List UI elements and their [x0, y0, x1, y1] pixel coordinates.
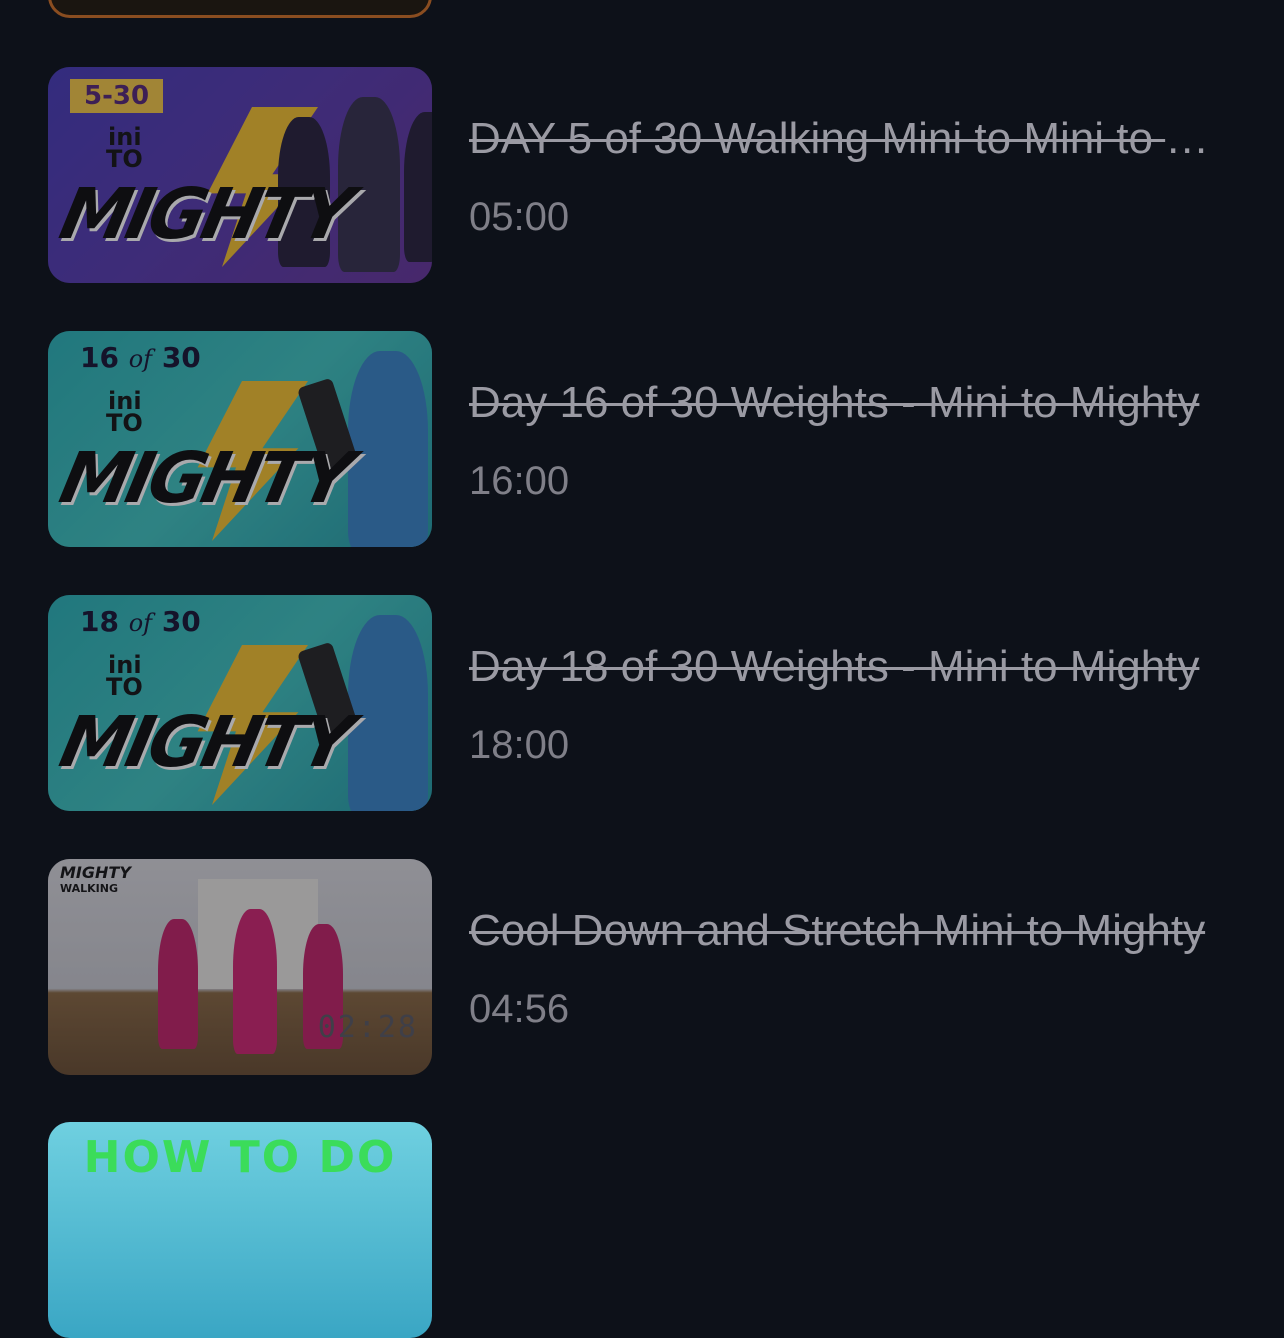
video-thumbnail-partial-bottom[interactable]: HOW TO DO	[48, 1122, 432, 1338]
episode-badge: 5-30	[70, 79, 164, 113]
person-figure	[404, 112, 432, 262]
person-figure	[338, 97, 400, 272]
video-title[interactable]: DAY 5 of 30 Walking Mini to Mini to Migh…	[469, 114, 1224, 164]
lightning-bolt-graphic	[207, 107, 318, 267]
video-thumbnail[interactable]: 5-30 ini TO MIGHTY	[48, 67, 432, 283]
mini-to-mighty-walking-logo: MIGHTY WALKING	[60, 863, 131, 896]
mini-to-mighty-logo: ini TO MIGHTY	[53, 387, 357, 519]
video-timer-overlay: 02:28	[317, 1010, 418, 1045]
thumbnail-headline: HOW TO DO	[83, 1132, 397, 1183]
video-duration: 18:00	[469, 723, 570, 767]
person-figure	[348, 351, 428, 547]
dumbbell-graphic	[296, 641, 360, 739]
person-figure	[278, 117, 330, 267]
mini-to-mighty-logo: ini TO MIGHTY	[53, 123, 357, 255]
lightning-bolt-graphic	[197, 645, 308, 805]
video-thumbnail[interactable]: MIGHTY WALKING 02:28	[48, 859, 432, 1075]
video-duration: 05:00	[469, 195, 570, 239]
episode-badge: 16 of 30	[80, 341, 201, 374]
person-figure	[158, 919, 198, 1049]
video-title[interactable]: Day 18 of 30 Weights - Mini to Mighty	[469, 642, 1224, 692]
video-thumbnail-partial-top[interactable]	[48, 0, 432, 18]
person-figure	[348, 615, 428, 811]
video-duration: 04:56	[469, 987, 570, 1031]
video-title[interactable]: Day 16 of 30 Weights - Mini to Mighty	[469, 378, 1224, 428]
mini-to-mighty-logo: ini TO MIGHTY	[53, 651, 357, 783]
video-title[interactable]: Cool Down and Stretch Mini to Mighty	[469, 906, 1224, 956]
person-figure	[233, 909, 277, 1054]
video-thumbnail[interactable]: 16 of 30 ini TO MIGHTY	[48, 331, 432, 547]
video-duration: 16:00	[469, 459, 570, 503]
dumbbell-graphic	[296, 377, 360, 475]
window-graphic	[198, 879, 318, 989]
lightning-bolt-graphic	[197, 381, 308, 541]
person-figure	[303, 924, 343, 1049]
episode-badge: 18 of 30	[80, 605, 201, 638]
video-thumbnail[interactable]: 18 of 30 ini TO MIGHTY	[48, 595, 432, 811]
